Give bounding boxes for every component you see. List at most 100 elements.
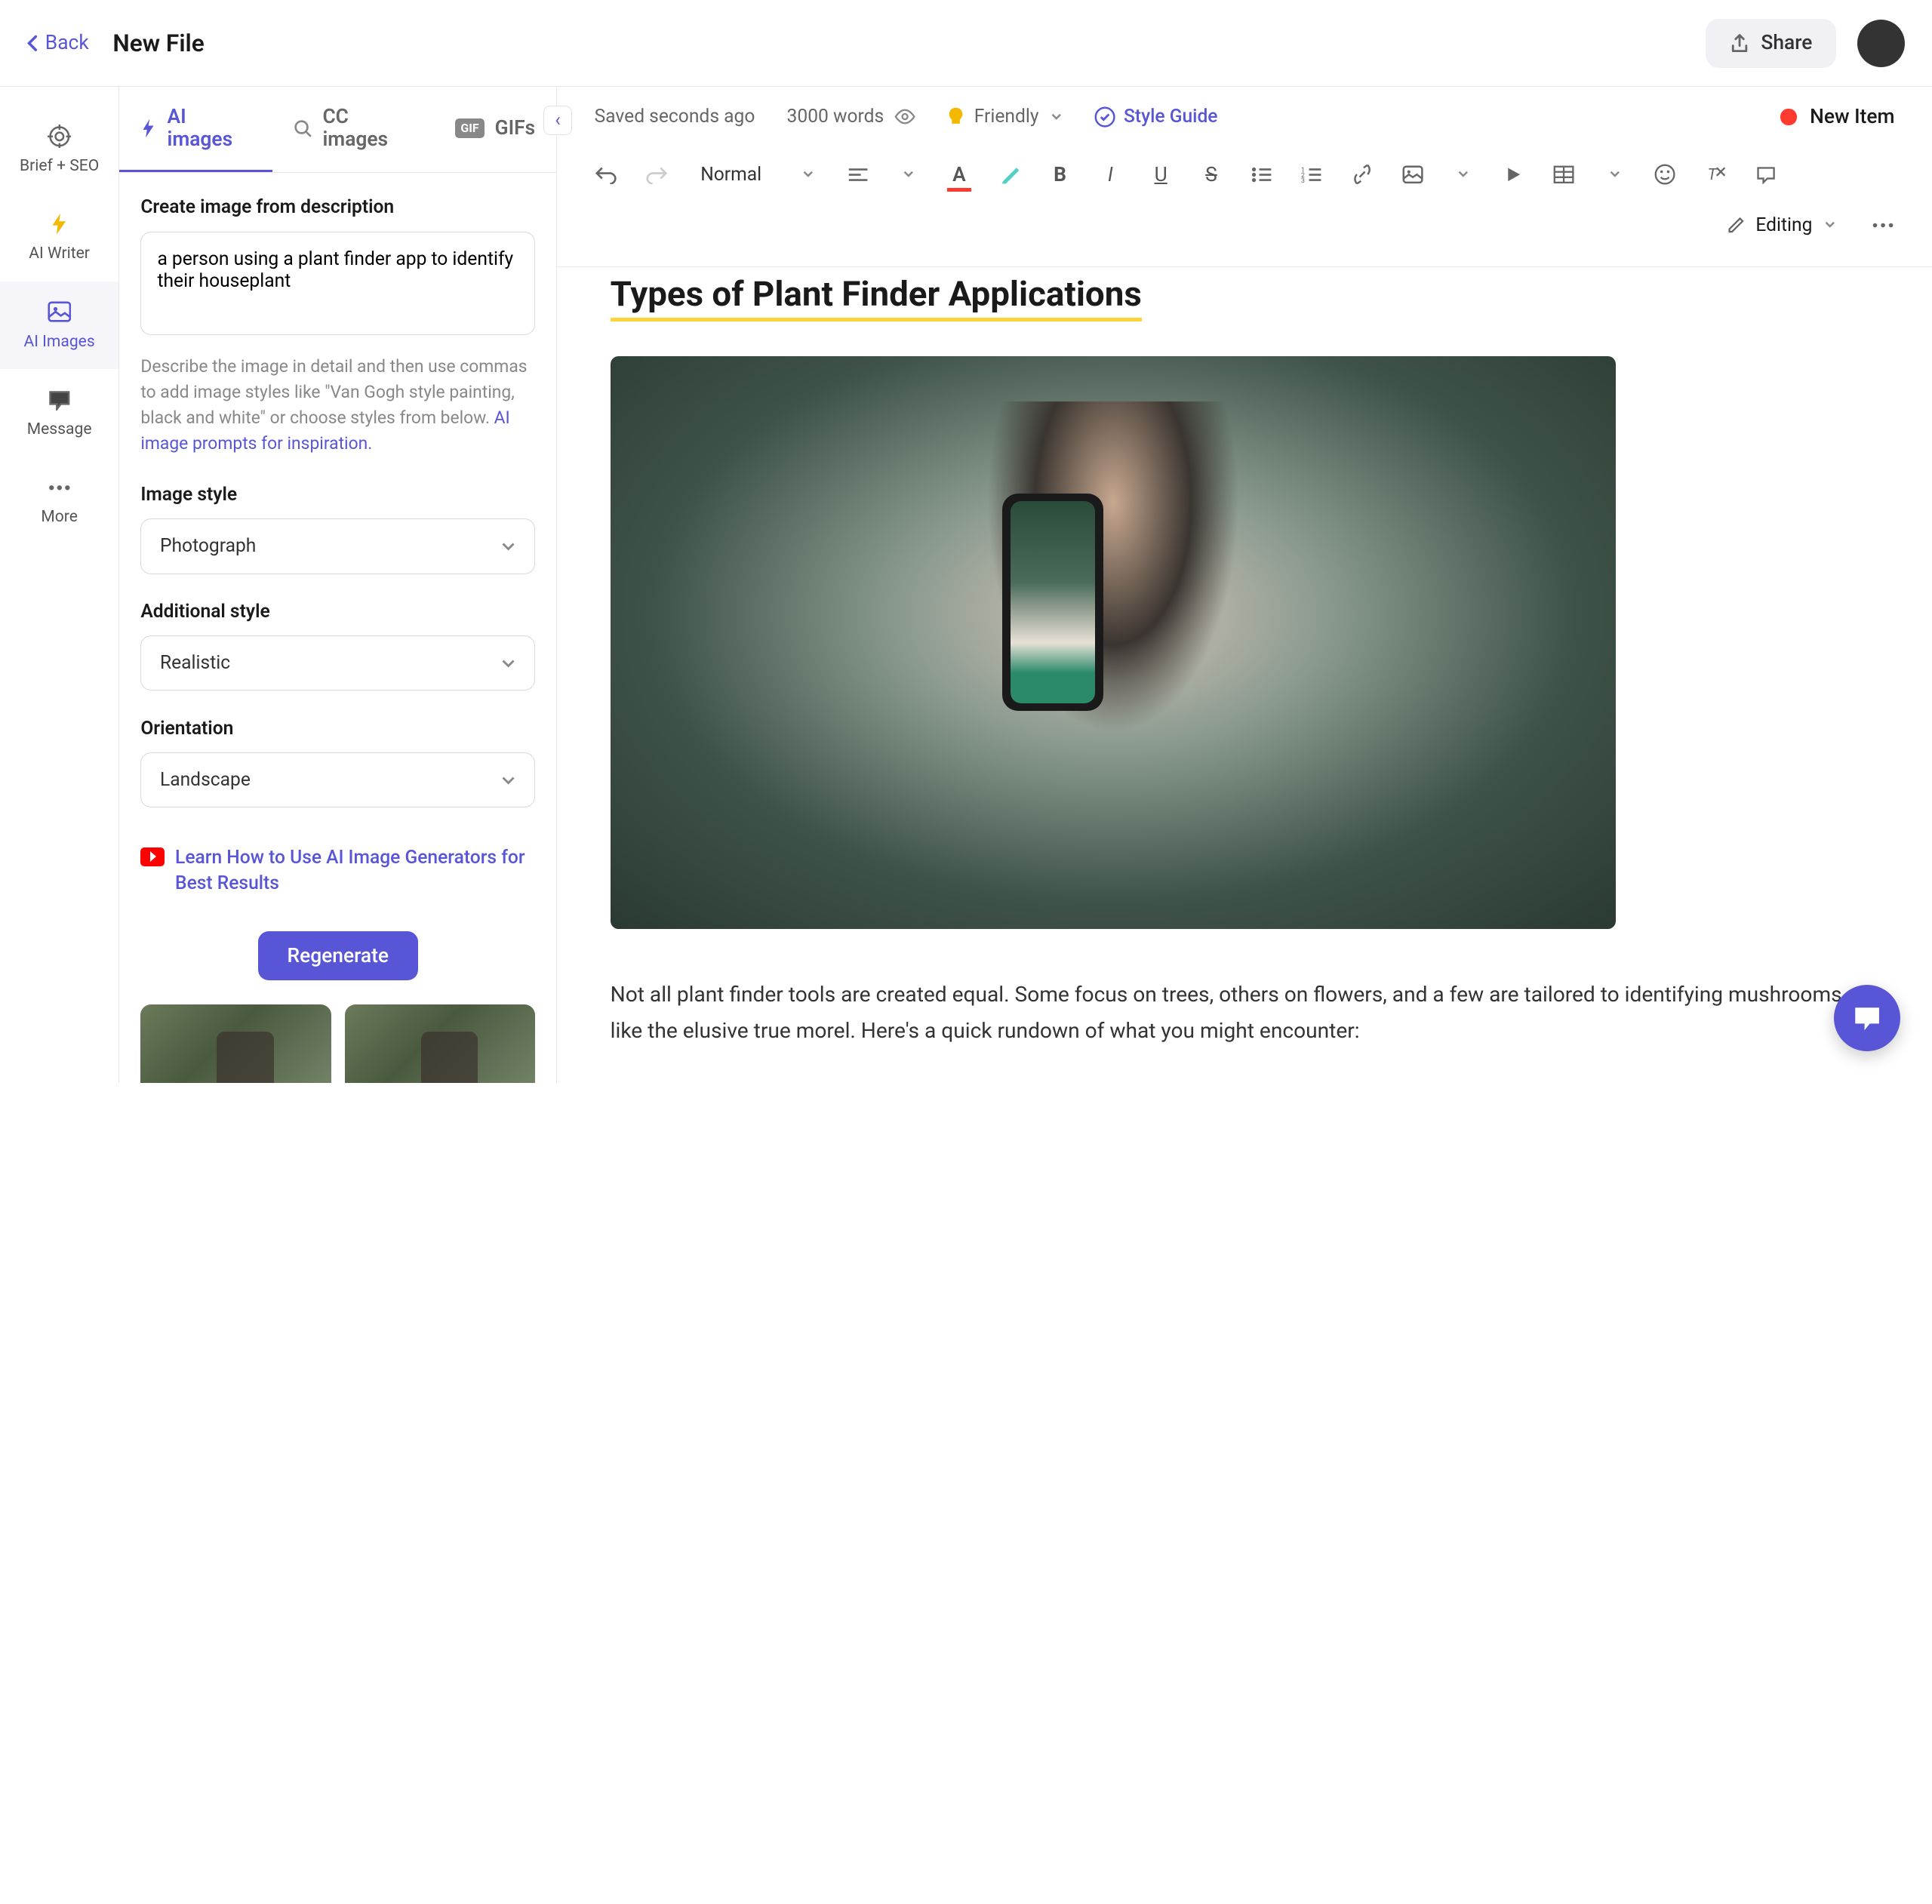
regenerate-button[interactable]: Regenerate	[258, 931, 418, 980]
chat-fab[interactable]	[1834, 985, 1900, 1051]
highlight-button[interactable]	[987, 152, 1032, 198]
style-guide-button[interactable]: Style Guide	[1094, 106, 1217, 128]
insert-video-button[interactable]	[1491, 152, 1537, 198]
svg-text:3: 3	[1301, 177, 1305, 183]
undo-button[interactable]	[584, 152, 629, 198]
insert-image-button[interactable]	[1390, 152, 1435, 198]
check-circle-icon	[1094, 106, 1115, 128]
editor-meta-left: Saved seconds ago 3000 words Friendly St…	[595, 106, 1218, 128]
insert-table-button[interactable]	[1542, 152, 1587, 198]
thumbnail-2[interactable]	[345, 1004, 536, 1083]
chevron-down-icon	[500, 658, 516, 669]
image-prompt-input[interactable]	[140, 232, 535, 335]
link-button[interactable]	[1340, 152, 1385, 198]
chevron-left-icon	[26, 34, 40, 53]
upload-icon	[1729, 32, 1750, 54]
rail-label: Brief + SEO	[20, 156, 99, 175]
tab-gifs[interactable]: GIF GIFs	[434, 87, 556, 171]
tab-label: GIFs	[495, 117, 536, 140]
emoji-button[interactable]	[1642, 152, 1687, 198]
rail-message[interactable]: Message	[0, 369, 118, 457]
more-icon	[48, 475, 72, 500]
rail-label: Message	[27, 420, 92, 438]
align-button[interactable]	[836, 152, 881, 198]
new-item-label: New Item	[1810, 106, 1894, 128]
underline-button[interactable]: U	[1138, 152, 1183, 198]
target-icon	[48, 125, 72, 149]
italic-button[interactable]: I	[1088, 152, 1133, 198]
strikethrough-button[interactable]: S	[1189, 152, 1234, 198]
format-value: Normal	[700, 164, 761, 186]
select-value: Photograph	[160, 535, 256, 557]
doc-heading[interactable]: Types of Plant Finder Applications	[611, 275, 1142, 321]
tab-ai-images[interactable]: AI images	[119, 87, 272, 171]
eye-icon[interactable]	[894, 109, 915, 125]
hero-image[interactable]	[611, 356, 1617, 929]
image-style-select[interactable]: Photograph	[140, 518, 535, 574]
text-color-button[interactable]: A	[937, 152, 982, 198]
youtube-icon	[140, 847, 165, 866]
align-dropdown[interactable]	[886, 152, 931, 198]
image-dropdown[interactable]	[1441, 152, 1486, 198]
editor-area: Saved seconds ago 3000 words Friendly St…	[557, 87, 1931, 1082]
gif-icon: GIF	[455, 118, 484, 138]
chevron-left-icon: ‹	[555, 109, 560, 131]
chevron-down-icon	[1050, 113, 1063, 121]
doc-paragraph[interactable]: Not all plant finder tools are created e…	[611, 977, 1858, 1049]
left-rail: Brief + SEO AI Writer AI Images Message …	[0, 87, 119, 1082]
bold-button[interactable]: B	[1038, 152, 1083, 198]
chat-icon	[1851, 1004, 1883, 1033]
back-label: Back	[45, 32, 89, 54]
select-value: Realistic	[160, 652, 230, 674]
redo-button[interactable]	[634, 152, 679, 198]
mode-label: Editing	[1755, 214, 1812, 236]
comment-button[interactable]	[1743, 152, 1789, 198]
image-icon	[48, 300, 72, 324]
chevron-down-icon	[500, 541, 516, 552]
tone-label: Friendly	[974, 106, 1039, 128]
more-toolbar-button[interactable]	[1860, 202, 1906, 248]
collapse-panel-button[interactable]: ‹	[543, 106, 573, 135]
rail-brief-seo[interactable]: Brief + SEO	[0, 106, 118, 193]
generated-thumbnails	[140, 1004, 535, 1083]
share-label: Share	[1761, 32, 1812, 54]
tone-selector[interactable]: Friendly	[948, 106, 1063, 128]
new-item-button[interactable]: New Item	[1780, 106, 1894, 128]
word-count-value: 3000 words	[787, 106, 884, 128]
paragraph-format-select[interactable]: Normal	[685, 155, 830, 193]
user-avatar[interactable]	[1857, 20, 1905, 67]
bullet-list-button[interactable]	[1239, 152, 1284, 198]
additional-style-label: Additional style	[140, 601, 535, 623]
thumbnail-1[interactable]	[140, 1004, 331, 1083]
tab-label: CC images	[322, 106, 413, 151]
header-left: Back New File	[26, 29, 205, 57]
rail-ai-writer[interactable]: AI Writer	[0, 193, 118, 281]
chat-icon	[48, 388, 72, 412]
chevron-down-icon	[801, 171, 815, 179]
share-button[interactable]: Share	[1706, 19, 1836, 68]
orientation-label: Orientation	[140, 718, 535, 740]
numbered-list-button[interactable]: 123	[1290, 152, 1335, 198]
editor-meta-bar: Saved seconds ago 3000 words Friendly St…	[557, 87, 1931, 141]
status-dot-icon	[1780, 109, 1796, 125]
learn-link-label: Learn How to Use AI Image Generators for…	[175, 845, 535, 897]
additional-style-select[interactable]: Realistic	[140, 635, 535, 691]
bulb-icon	[948, 106, 964, 128]
orientation-select[interactable]: Landscape	[140, 752, 535, 807]
ai-images-panel: AI images CC images GIF GIFs ‹ Create im…	[119, 87, 557, 1082]
panel-body: Create image from description Describe t…	[119, 173, 556, 1083]
table-dropdown[interactable]	[1592, 152, 1637, 198]
rail-label: More	[41, 507, 78, 526]
word-count: 3000 words	[787, 106, 916, 128]
page-title: New File	[112, 29, 204, 57]
panel-tabs: AI images CC images GIF GIFs	[119, 87, 556, 172]
document-body[interactable]: Types of Plant Finder Applications Not a…	[557, 267, 1931, 1083]
clear-format-button[interactable]: T	[1693, 152, 1738, 198]
back-button[interactable]: Back	[26, 32, 89, 54]
rail-ai-images[interactable]: AI Images	[0, 281, 118, 369]
rail-more[interactable]: More	[0, 457, 118, 545]
edit-mode-select[interactable]: Editing	[1708, 206, 1855, 244]
learn-link[interactable]: Learn How to Use AI Image Generators for…	[140, 845, 535, 897]
tab-cc-images[interactable]: CC images	[272, 87, 435, 171]
search-icon	[294, 119, 312, 138]
